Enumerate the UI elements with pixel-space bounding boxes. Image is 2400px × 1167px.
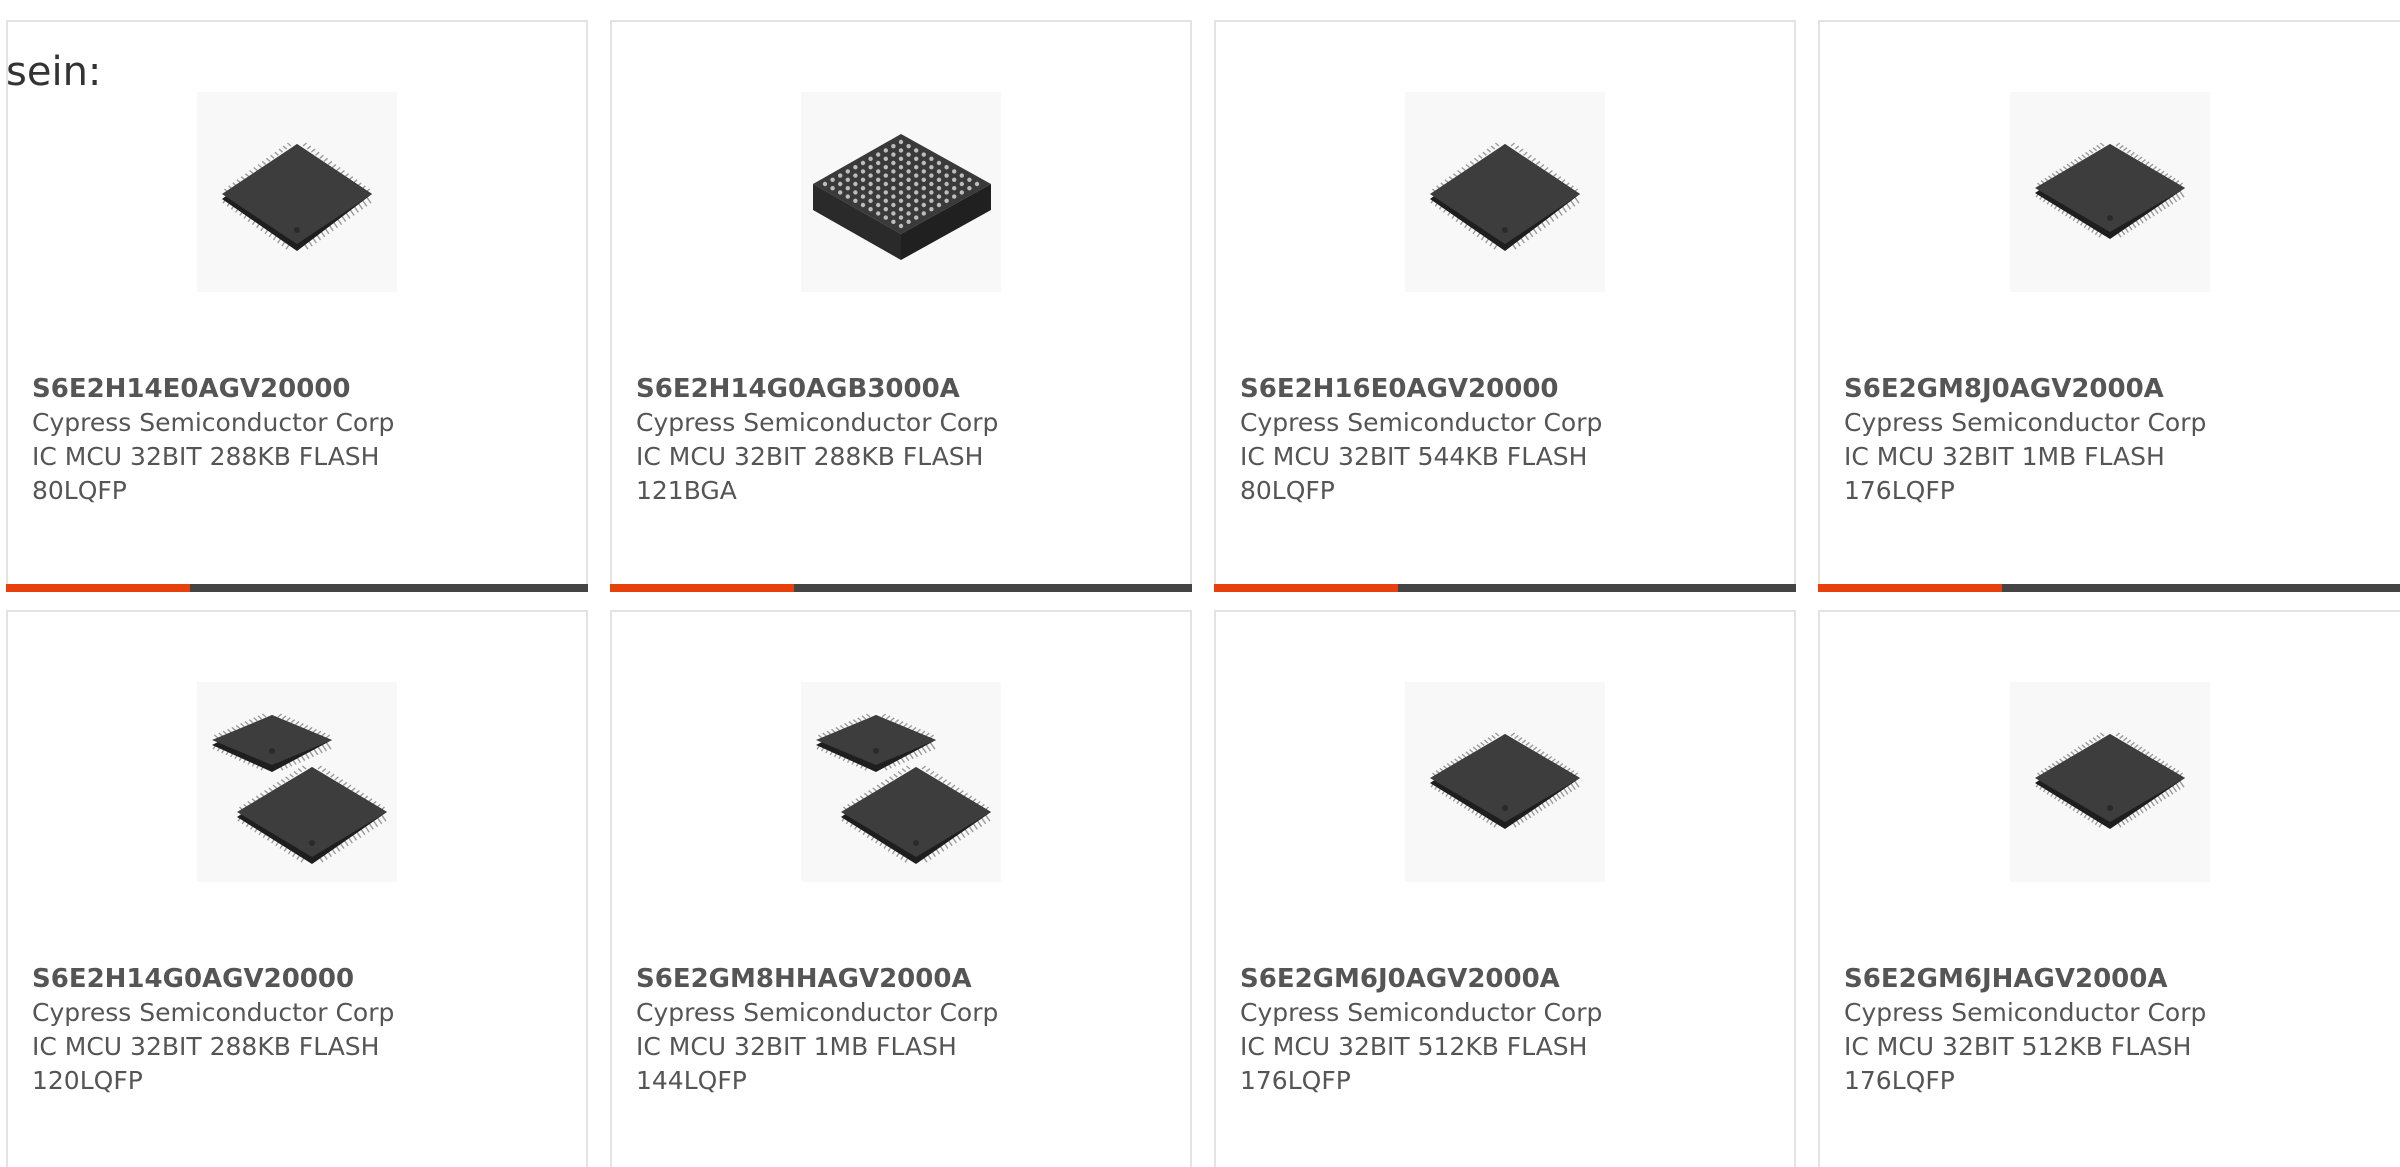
intro-text: sein: xyxy=(6,49,102,95)
qfp-chip-graphic xyxy=(222,142,372,251)
bga-chip-graphic xyxy=(813,134,991,260)
product-card[interactable]: S6E2GM8HHAGV2000A Cypress Semiconductor … xyxy=(610,610,1192,1167)
card-bar xyxy=(610,584,1192,592)
card-bar xyxy=(6,584,588,592)
product-description: IC MCU 32BIT 512KB FLASH 176LQFP xyxy=(1240,1032,1588,1095)
card-bar-accent xyxy=(610,584,794,592)
lqfp-flat-chip-graphic xyxy=(1430,732,1580,829)
bga-chip-icon xyxy=(801,92,1001,292)
manufacturer: Cypress Semiconductor Corp xyxy=(1844,998,2207,1027)
product-card[interactable]: S6E2H14G0AGV20000 Cypress Semiconductor … xyxy=(6,610,588,1167)
card-bar xyxy=(1214,584,1796,592)
product-card[interactable]: S6E2H14G0AGB3000A Cypress Semiconductor … xyxy=(610,20,1192,592)
product-card[interactable]: S6E2H14E0AGV20000 Cypress Semiconductor … xyxy=(6,20,588,592)
manufacturer: Cypress Semiconductor Corp xyxy=(1240,408,1603,437)
lqfp-flat-chip-icon xyxy=(2010,92,2210,292)
manufacturer: Cypress Semiconductor Corp xyxy=(32,408,395,437)
part-number[interactable]: S6E2GM6J0AGV2000A xyxy=(1240,962,1620,996)
two-chips-icon xyxy=(801,682,1001,882)
part-number[interactable]: S6E2GM6JHAGV2000A xyxy=(1844,962,2224,996)
part-number[interactable]: S6E2H14G0AGV20000 xyxy=(32,962,412,996)
product-card[interactable]: S6E2GM6JHAGV2000A Cypress Semiconductor … xyxy=(1818,610,2400,1167)
part-number[interactable]: S6E2H16E0AGV20000 xyxy=(1240,372,1620,406)
product-grid-page: sein: S6E2H14E0AGV20000 Cypress Semicond… xyxy=(0,0,2400,1167)
product-description: IC MCU 32BIT 512KB FLASH 176LQFP xyxy=(1844,1032,2192,1095)
lqfp-flat-chip-graphic xyxy=(2035,142,2185,239)
part-number[interactable]: S6E2GM8J0AGV2000A xyxy=(1844,372,2224,406)
product-description: IC MCU 32BIT 288KB FLASH 80LQFP xyxy=(32,442,380,505)
product-description: IC MCU 32BIT 288KB FLASH 121BGA xyxy=(636,442,984,505)
qfp-chip-icon xyxy=(197,92,397,292)
product-card[interactable]: S6E2GM8J0AGV2000A Cypress Semiconductor … xyxy=(1818,20,2400,592)
part-number[interactable]: S6E2H14E0AGV20000 xyxy=(32,372,412,406)
lqfp-flat-chip-icon xyxy=(1405,682,1605,882)
product-card[interactable]: S6E2H16E0AGV20000 Cypress Semiconductor … xyxy=(1214,20,1796,592)
card-bar xyxy=(1818,584,2400,592)
product-description: IC MCU 32BIT 288KB FLASH 120LQFP xyxy=(32,1032,380,1095)
card-bar-accent xyxy=(1818,584,2002,592)
part-number[interactable]: S6E2GM8HHAGV2000A xyxy=(636,962,1016,996)
two-chips-graphic xyxy=(212,713,387,864)
lqfp-flat-chip-icon xyxy=(2010,682,2210,882)
lqfp-flat-chip-graphic xyxy=(2035,732,2185,829)
product-description: IC MCU 32BIT 1MB FLASH 144LQFP xyxy=(636,1032,957,1095)
manufacturer: Cypress Semiconductor Corp xyxy=(1844,408,2207,437)
qfp-chip-icon xyxy=(1405,92,1605,292)
manufacturer: Cypress Semiconductor Corp xyxy=(636,408,999,437)
product-description: IC MCU 32BIT 1MB FLASH 176LQFP xyxy=(1844,442,2165,505)
product-card[interactable]: S6E2GM6J0AGV2000A Cypress Semiconductor … xyxy=(1214,610,1796,1167)
card-bar-accent xyxy=(1214,584,1398,592)
card-bar-accent xyxy=(6,584,190,592)
part-number[interactable]: S6E2H14G0AGB3000A xyxy=(636,372,1016,406)
manufacturer: Cypress Semiconductor Corp xyxy=(1240,998,1603,1027)
manufacturer: Cypress Semiconductor Corp xyxy=(32,998,395,1027)
qfp-chip-graphic xyxy=(1430,142,1580,251)
two-chips-graphic xyxy=(816,713,991,864)
product-description: IC MCU 32BIT 544KB FLASH 80LQFP xyxy=(1240,442,1588,505)
two-chips-icon xyxy=(197,682,397,882)
manufacturer: Cypress Semiconductor Corp xyxy=(636,998,999,1027)
